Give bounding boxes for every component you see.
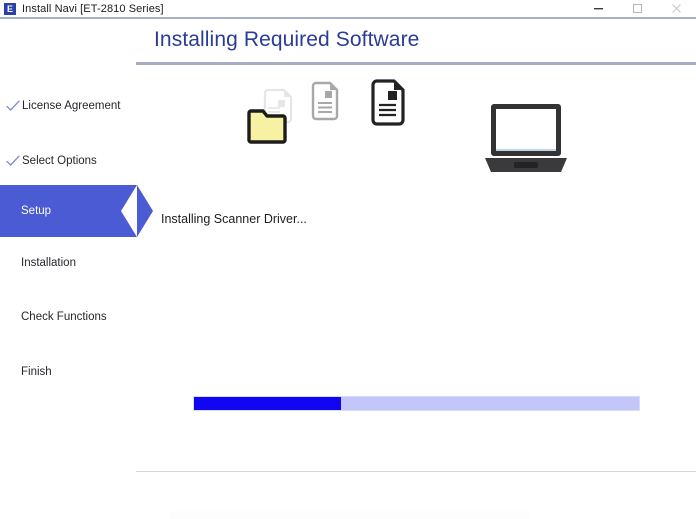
- install-navi-window: E Install Navi [ET-2810 Series] Installi…: [0, 0, 696, 519]
- sidebar-item-label: Setup: [21, 205, 52, 217]
- minimize-button[interactable]: [579, 0, 618, 17]
- maximize-icon: [632, 3, 643, 14]
- laptop-icon: [485, 104, 567, 172]
- setup-banner-notch: [121, 185, 137, 237]
- progress-bar: [193, 396, 640, 411]
- sidebar-item-finish[interactable]: Finish: [0, 346, 145, 398]
- sidebar-item-label: Finish: [21, 366, 52, 378]
- epson-logo-icon: E: [4, 2, 16, 15]
- sidebar-item-label: Installation: [21, 257, 76, 269]
- sidebar-item-label: Check Functions: [21, 311, 107, 323]
- sidebar-item-label: Select Options: [22, 155, 97, 167]
- footer-button-area: [170, 511, 530, 519]
- progress-bar-fill: [194, 397, 341, 410]
- sidebar-item-select-options[interactable]: Select Options: [0, 135, 145, 187]
- maximize-button[interactable]: [618, 0, 657, 17]
- step-navigation: License Agreement Select Options Setup I…: [0, 80, 153, 400]
- copy-animation: [247, 79, 405, 144]
- page-title: Installing Required Software: [154, 28, 420, 51]
- sidebar-item-license-agreement[interactable]: License Agreement: [0, 80, 145, 132]
- status-message: Installing Scanner Driver...: [161, 212, 307, 226]
- sidebar-item-label: License Agreement: [22, 100, 121, 112]
- close-icon: [672, 4, 681, 13]
- sidebar-item-installation[interactable]: Installation: [0, 237, 145, 289]
- setup-banner-arrow: [137, 185, 153, 237]
- sidebar-item-setup[interactable]: Setup: [0, 185, 137, 237]
- document-icon: [371, 79, 405, 126]
- footer-divider: [136, 471, 696, 472]
- window-title: Install Navi [ET-2810 Series]: [22, 2, 164, 15]
- check-icon: [6, 100, 20, 111]
- window-controls: [579, 0, 696, 17]
- minimize-icon: [594, 8, 603, 10]
- header-divider: [136, 62, 696, 65]
- check-icon: [6, 155, 20, 166]
- title-bar: E Install Navi [ET-2810 Series]: [0, 0, 696, 19]
- sidebar-item-check-functions[interactable]: Check Functions: [0, 291, 145, 343]
- folder-icon: [247, 109, 287, 144]
- document-icon: [311, 81, 339, 121]
- close-button[interactable]: [657, 0, 696, 17]
